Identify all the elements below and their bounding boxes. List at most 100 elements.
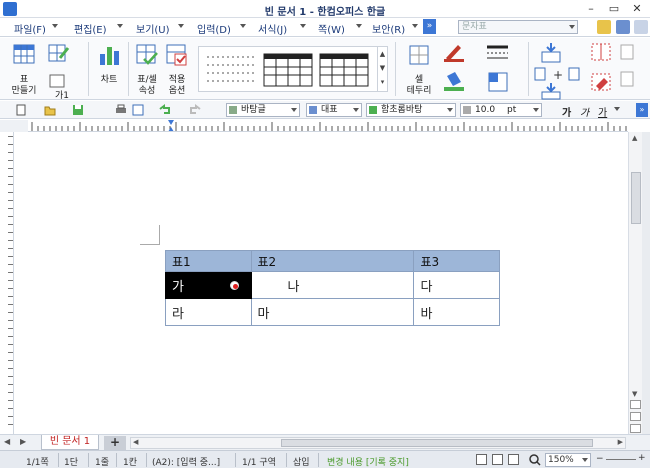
- table-cell[interactable]: 마: [250, 298, 415, 326]
- table-style-grid-icon[interactable]: [263, 53, 313, 87]
- make-table-button[interactable]: 표 만들기: [6, 42, 42, 96]
- undo-icon[interactable]: [158, 104, 170, 116]
- vertical-ruler[interactable]: [0, 132, 14, 434]
- view-page-icon[interactable]: [492, 454, 503, 465]
- status-insert-mode[interactable]: 삽입: [293, 455, 310, 468]
- cell-border-button[interactable]: 셀 테두리: [400, 42, 438, 96]
- border-type-icon[interactable]: [488, 72, 510, 94]
- delete-row-icon[interactable]: [540, 82, 564, 100]
- add-tab-button[interactable]: +: [104, 436, 126, 450]
- table-cell[interactable]: 다: [413, 271, 500, 299]
- side-panel-edge[interactable]: [642, 132, 650, 434]
- scroll-up-icon[interactable]: ▲: [632, 134, 637, 142]
- selected-table-cell[interactable]: 가: [165, 271, 252, 299]
- table-cell[interactable]: 라: [165, 298, 252, 326]
- insert-row-icon[interactable]: [540, 42, 564, 64]
- table-cell[interactable]: 표3: [413, 250, 500, 272]
- maximize-button[interactable]: ▭: [603, 1, 625, 16]
- status-page[interactable]: 1/1쪽: [26, 455, 49, 468]
- language-select[interactable]: 대표: [306, 103, 362, 117]
- zoom-out-button[interactable]: −: [596, 454, 604, 464]
- table-cell[interactable]: 표2: [250, 250, 415, 272]
- print-icon[interactable]: [115, 104, 127, 116]
- fill-color-icon[interactable]: [442, 70, 466, 92]
- menu-insert-arrow-icon[interactable]: [240, 24, 246, 28]
- tab-first-icon[interactable]: ◀: [4, 437, 10, 446]
- open-folder-icon[interactable]: [44, 104, 56, 116]
- menu-edit-arrow-icon[interactable]: [117, 24, 123, 28]
- zoom-slider[interactable]: [606, 459, 636, 460]
- font-select[interactable]: 함초롬바탕: [366, 103, 456, 117]
- menu-page-arrow-icon[interactable]: [356, 24, 362, 28]
- menu-more-button[interactable]: »: [423, 19, 436, 34]
- menu-security-arrow-icon[interactable]: [412, 24, 418, 28]
- vertical-scroll-thumb[interactable]: [631, 172, 641, 224]
- italic-button[interactable]: 가: [580, 104, 589, 119]
- search-dropdown-icon[interactable]: [569, 25, 575, 29]
- cell-extra-icon[interactable]: [620, 44, 634, 94]
- toolbar-more-button[interactable]: »: [636, 103, 648, 117]
- new-document-icon[interactable]: [15, 104, 27, 116]
- menu-file-arrow-icon[interactable]: [52, 24, 58, 28]
- select-browse-icon[interactable]: [630, 412, 641, 421]
- table-style-grid2-icon[interactable]: [319, 53, 369, 87]
- bold-button[interactable]: 가: [562, 104, 571, 119]
- vertical-scrollbar[interactable]: ▲ ▼: [628, 132, 642, 434]
- save-icon[interactable]: [72, 104, 84, 116]
- format-more-icon[interactable]: [614, 107, 620, 111]
- redo-icon[interactable]: [190, 104, 202, 116]
- minimize-button[interactable]: –: [580, 1, 602, 16]
- zoom-dropdown-icon[interactable]: [582, 458, 588, 462]
- style-dropdown-icon[interactable]: [291, 108, 297, 112]
- menu-format[interactable]: 서식(J): [258, 21, 287, 36]
- view-normal-icon[interactable]: [476, 454, 487, 465]
- scroll-right-icon[interactable]: ▶: [618, 438, 623, 446]
- next-page-icon[interactable]: [630, 424, 641, 433]
- erase-cell-icon[interactable]: [590, 72, 614, 94]
- apply-options-button[interactable]: 적용 옵션: [162, 42, 192, 96]
- ribbon-toggle-icon[interactable]: [616, 20, 630, 34]
- font-size-dropdown-icon[interactable]: [533, 108, 539, 112]
- table-cell[interactable]: 표1: [165, 250, 252, 272]
- menu-edit[interactable]: 편집(E): [74, 21, 107, 36]
- table-cell[interactable]: 바: [413, 298, 500, 326]
- view-web-icon[interactable]: [508, 454, 519, 465]
- search-input[interactable]: 문자표: [458, 20, 578, 34]
- prev-page-icon[interactable]: [630, 400, 641, 409]
- style-select[interactable]: 바탕글: [226, 103, 300, 117]
- merge-cells-icon[interactable]: +: [533, 66, 583, 82]
- menu-view[interactable]: 보기(U): [136, 21, 170, 36]
- options-icon[interactable]: [634, 20, 648, 34]
- table-cell[interactable]: 나: [250, 271, 415, 299]
- menu-security[interactable]: 보안(R): [372, 21, 405, 36]
- font-size-input[interactable]: 10.0 pt: [460, 103, 542, 117]
- chart-button[interactable]: 차트: [94, 42, 124, 96]
- language-dropdown-icon[interactable]: [353, 108, 359, 112]
- split-cell-icon[interactable]: [590, 42, 614, 64]
- document-table[interactable]: 표1 표2 표3 가 나 다 라 마 바: [165, 250, 500, 326]
- gallery-scroll[interactable]: ▲ ▼ ▾: [377, 47, 387, 91]
- horizontal-scroll-thumb[interactable]: [281, 439, 593, 447]
- status-track-changes[interactable]: 변경 내용 [기록 중지]: [327, 455, 409, 468]
- underline-button[interactable]: 가: [598, 104, 607, 119]
- zoom-select[interactable]: 150%: [545, 453, 591, 467]
- menu-format-arrow-icon[interactable]: [300, 24, 306, 28]
- help-icon[interactable]: [597, 20, 611, 34]
- menu-page[interactable]: 쪽(W): [318, 21, 345, 36]
- table-style-plain-icon[interactable]: [205, 53, 259, 87]
- pen-color-icon[interactable]: [442, 42, 466, 62]
- scroll-left-icon[interactable]: ◀: [133, 438, 138, 446]
- scroll-down-icon[interactable]: ▼: [632, 390, 637, 398]
- horizontal-scrollbar[interactable]: ◀ ▶: [130, 437, 626, 449]
- preview-icon[interactable]: [132, 104, 144, 116]
- close-button[interactable]: ✕: [626, 1, 648, 16]
- zoom-icon[interactable]: [529, 454, 541, 466]
- menu-file[interactable]: 파일(F): [14, 21, 46, 36]
- horizontal-ruler[interactable]: [28, 120, 628, 132]
- table-style-gallery[interactable]: ▲ ▼ ▾: [198, 46, 388, 92]
- line-style-icon[interactable]: [486, 44, 510, 62]
- zoom-in-button[interactable]: +: [638, 453, 646, 463]
- tab-document[interactable]: 빈 문서 1: [41, 435, 99, 450]
- menu-insert[interactable]: 입력(D): [197, 21, 231, 36]
- cell-properties-button[interactable]: 표/셀 속성: [132, 42, 162, 96]
